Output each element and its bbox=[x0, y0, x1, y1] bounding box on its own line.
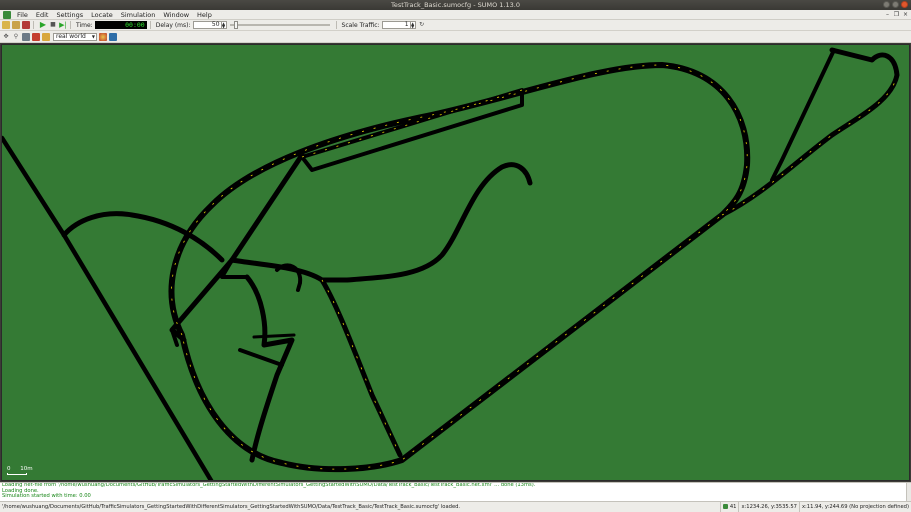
cursor-coords: x:1234.26, y:3535.57 bbox=[738, 502, 798, 512]
road-segment bbox=[2, 135, 214, 480]
scale-bar bbox=[7, 473, 27, 475]
run-icon[interactable]: ▶ bbox=[39, 21, 47, 29]
road-segment bbox=[244, 274, 295, 463]
road-segment bbox=[229, 152, 305, 263]
status-text: '/home/wushuang/Documents/GitHub/Traffic… bbox=[2, 504, 461, 510]
color-scheme-value: real world bbox=[56, 32, 86, 40]
menu-settings[interactable]: Settings bbox=[52, 10, 87, 20]
toolbar-separator bbox=[335, 21, 337, 29]
recenter-icon[interactable]: ✥ bbox=[2, 33, 10, 41]
locate-junction-icon[interactable] bbox=[32, 32, 40, 41]
close-file-icon[interactable] bbox=[22, 21, 30, 29]
vehicle-icon bbox=[722, 504, 728, 509]
tooltip-toggle-icon[interactable] bbox=[42, 32, 50, 41]
mdi-close-icon[interactable]: × bbox=[902, 11, 909, 18]
road-segment bbox=[719, 47, 900, 218]
slider-track bbox=[229, 24, 330, 26]
road-segment bbox=[300, 88, 524, 172]
color-scheme-select[interactable]: real world ▼ bbox=[53, 32, 97, 41]
view-toolbar: ✥ ⚲ real world ▼ bbox=[0, 31, 911, 43]
delay-spinner[interactable]: 50 ▲ ▼ bbox=[192, 21, 227, 29]
delay-value: 50 bbox=[211, 21, 220, 28]
scale-indicator: 0 10m bbox=[7, 466, 33, 475]
reset-scale-icon[interactable]: ↻ bbox=[418, 21, 426, 29]
time-display: 00:00 bbox=[94, 21, 147, 29]
delay-slider[interactable] bbox=[229, 21, 330, 29]
screenshot-icon[interactable] bbox=[22, 32, 30, 41]
toolbar-separator bbox=[149, 21, 151, 29]
mdi-controls: – ❐ × bbox=[884, 11, 909, 18]
mdi-minimize-icon[interactable]: – bbox=[884, 11, 891, 18]
scale-zero: 0 bbox=[7, 466, 11, 472]
close-icon[interactable] bbox=[901, 1, 908, 8]
reload-icon[interactable] bbox=[12, 21, 20, 29]
toolbar-separator bbox=[33, 21, 34, 29]
scale-label: 10m bbox=[20, 466, 33, 472]
chevron-down-icon: ▼ bbox=[91, 33, 95, 39]
spinner-arrows-icon[interactable]: ▲ ▼ bbox=[220, 22, 226, 29]
menu-file[interactable]: File bbox=[13, 10, 32, 20]
menu-window[interactable]: Window bbox=[159, 10, 193, 20]
simulation-toolbar: ▶ ■ ▶| Time: 00:00 Delay (ms): 50 ▲ ▼ Sca… bbox=[0, 20, 911, 31]
window-title: TestTrack_Basic.sumocfg - SUMO 1.13.0 bbox=[391, 1, 520, 9]
open-folder-icon[interactable] bbox=[2, 21, 10, 29]
network-map bbox=[2, 47, 900, 480]
message-scrollbar[interactable] bbox=[906, 483, 911, 501]
vehicle-count: 41 bbox=[719, 502, 739, 512]
message-window: Loading net-file from '/home/wushuang/Do… bbox=[0, 482, 911, 501]
menu-edit[interactable]: Edit bbox=[32, 10, 53, 20]
time-label: Time: bbox=[76, 21, 93, 29]
menu-help[interactable]: Help bbox=[193, 10, 216, 20]
stop-icon[interactable]: ■ bbox=[49, 21, 57, 29]
statusbar: '/home/wushuang/Documents/GitHub/Traffic… bbox=[0, 501, 911, 512]
window-controls bbox=[883, 1, 908, 8]
menubar: File Edit Settings Locate Simulation Win… bbox=[0, 10, 911, 20]
menu-locate[interactable]: Locate bbox=[87, 10, 117, 20]
road-segment bbox=[252, 333, 296, 339]
scale-traffic-label: Scale Traffic: bbox=[341, 21, 380, 29]
scale-traffic-value: 1 bbox=[404, 21, 409, 28]
mdi-restore-icon[interactable]: ❐ bbox=[893, 11, 900, 18]
road-segment bbox=[238, 348, 284, 367]
road-segment bbox=[319, 162, 533, 283]
step-icon[interactable]: ▶| bbox=[59, 21, 67, 29]
message-line: Simulation started with time: 0.00 bbox=[2, 493, 91, 500]
edit-coloring-icon[interactable] bbox=[99, 32, 107, 41]
menu-simulation[interactable]: Simulation bbox=[117, 10, 160, 20]
geo-coords: x:11.94, y:244.69 (No projection defined… bbox=[798, 502, 911, 512]
scale-traffic-spinner[interactable]: 1 ▲ ▼ bbox=[381, 21, 416, 29]
minimize-icon[interactable] bbox=[883, 1, 890, 8]
vehicle-count-value: 41 bbox=[729, 504, 737, 510]
zoom-icon[interactable]: ⚲ bbox=[12, 33, 20, 41]
window-titlebar: TestTrack_Basic.sumocfg - SUMO 1.13.0 bbox=[0, 0, 911, 10]
sumo-app-icon bbox=[3, 10, 11, 19]
edit-viewport-icon[interactable] bbox=[109, 32, 117, 41]
toolbar-separator bbox=[70, 21, 71, 29]
maximize-icon[interactable] bbox=[892, 1, 899, 8]
network-canvas[interactable]: 0 10m bbox=[1, 44, 910, 481]
slider-handle[interactable] bbox=[234, 21, 239, 29]
spinner-arrows-icon[interactable]: ▲ ▼ bbox=[409, 22, 415, 29]
delay-label: Delay (ms): bbox=[155, 21, 191, 29]
